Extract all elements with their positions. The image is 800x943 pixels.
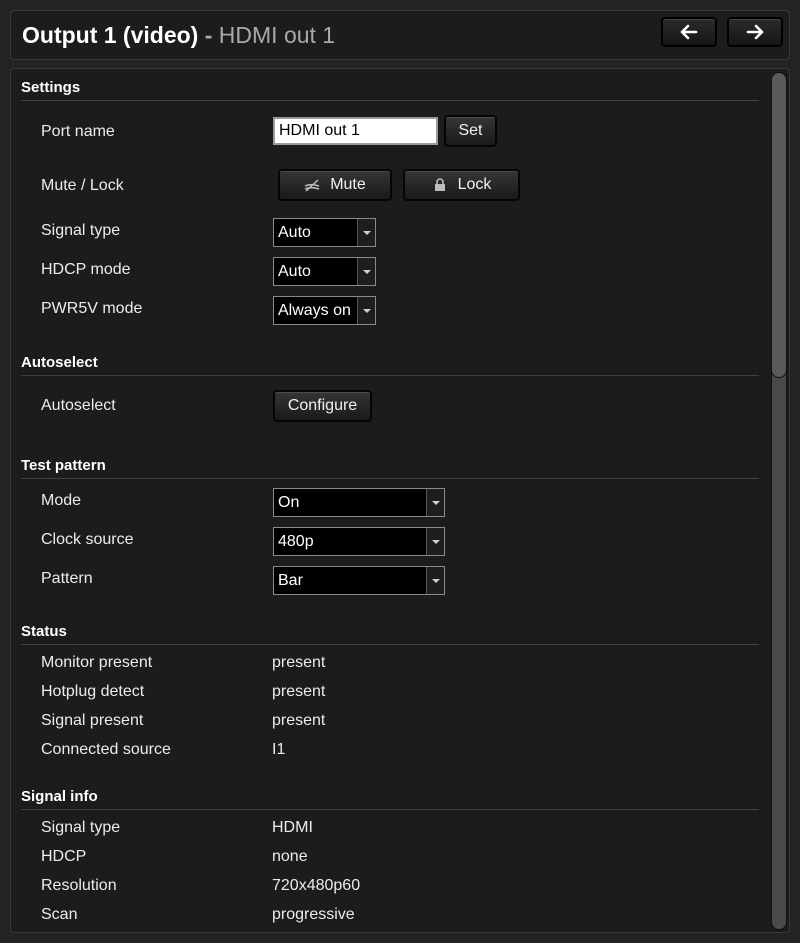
set-button-label: Set: [458, 122, 483, 139]
hdcp-mode-select[interactable]: Auto: [273, 257, 376, 286]
section-title: Settings: [21, 79, 81, 96]
mute-button-label: Mute: [330, 176, 366, 193]
mode-label: Mode: [41, 492, 82, 509]
mode-value: On: [278, 494, 300, 511]
chevron-down-icon: [426, 528, 444, 555]
next-port-button[interactable]: [727, 17, 783, 47]
signal-info-row-label: HDCP: [41, 848, 87, 865]
status-row-label: Signal present: [41, 712, 144, 729]
chevron-down-icon: [357, 258, 375, 285]
section-title: Status: [21, 623, 67, 640]
chevron-down-icon: [426, 567, 444, 594]
test-pattern-mode-select[interactable]: On: [273, 488, 445, 517]
status-row-label: Hotplug detect: [41, 683, 145, 700]
section-title: Signal info: [21, 788, 98, 805]
pwr5v-mode-label: PWR5V mode: [41, 300, 143, 317]
signal-info-row-value: progressive: [272, 906, 355, 923]
clock-source-select[interactable]: 480p: [273, 527, 445, 556]
section-status: Status: [21, 621, 759, 645]
status-row-value: present: [272, 683, 326, 700]
lock-button[interactable]: Lock: [403, 169, 520, 201]
configure-autoselect-button[interactable]: Configure: [273, 390, 372, 422]
signal-info-row-label: Signal type: [41, 819, 121, 836]
pattern-value: Bar: [278, 572, 303, 589]
scrollbar-thumb[interactable]: [771, 72, 787, 378]
previous-port-button[interactable]: [661, 17, 717, 47]
mute-button[interactable]: Mute: [278, 169, 392, 201]
pwr5v-mode-value: Always on: [278, 302, 351, 319]
signal-type-label: Signal type: [41, 222, 121, 239]
configure-button-label: Configure: [287, 397, 358, 414]
section-title: Test pattern: [21, 457, 106, 474]
status-row-value: present: [272, 654, 326, 671]
signal-type-value: Auto: [278, 224, 311, 241]
page-title: Output 1 (video) - HDMI out 1: [22, 22, 335, 49]
pwr5v-mode-select[interactable]: Always on: [273, 296, 376, 325]
set-port-name-button[interactable]: Set: [444, 115, 497, 147]
signal-info-row-label: Resolution: [41, 877, 117, 894]
title-separator: -: [198, 22, 219, 48]
port-title: Output 1 (video): [22, 22, 199, 48]
signal-info-row-value: none: [272, 848, 308, 865]
hdcp-mode-value: Auto: [278, 263, 311, 280]
section-settings: Settings: [21, 77, 759, 101]
signal-info-row-value: 720x480p60: [272, 877, 361, 894]
lock-button-label: Lock: [457, 176, 492, 193]
section-autoselect: Autoselect: [21, 352, 759, 376]
chevron-down-icon: [357, 297, 375, 324]
mute-lock-label: Mute / Lock: [41, 177, 124, 194]
clock-source-value: 480p: [278, 533, 314, 550]
port-subtitle: HDMI out 1: [218, 22, 336, 48]
status-row-label: Connected source: [41, 741, 171, 758]
arrow-right-icon: [746, 24, 764, 40]
port-name-input[interactable]: [273, 117, 438, 145]
pattern-select[interactable]: Bar: [273, 566, 445, 595]
page-header: Output 1 (video) - HDMI out 1: [10, 10, 790, 60]
chevron-down-icon: [426, 489, 444, 516]
status-row-value: present: [272, 712, 326, 729]
chevron-down-icon: [357, 219, 375, 246]
port-name-label: Port name: [41, 123, 115, 140]
signal-info-row-value: HDMI: [272, 819, 313, 836]
pattern-label: Pattern: [41, 570, 93, 587]
signal-type-select[interactable]: Auto: [273, 218, 376, 247]
section-signal-info: Signal info: [21, 786, 759, 810]
section-test-pattern: Test pattern: [21, 455, 759, 479]
lock-icon: [432, 178, 448, 192]
autoselect-label: Autoselect: [41, 397, 116, 414]
status-row-value: I1: [272, 741, 286, 758]
section-title: Autoselect: [21, 354, 98, 371]
signal-info-row-label: Scan: [41, 906, 78, 923]
hdcp-mode-label: HDCP mode: [41, 261, 131, 278]
status-row-label: Monitor present: [41, 654, 153, 671]
properties-panel: Settings Port name Set Mute / Lock Mute …: [10, 68, 790, 933]
clock-source-label: Clock source: [41, 531, 134, 548]
mute-icon: [304, 178, 320, 192]
arrow-left-icon: [680, 24, 698, 40]
